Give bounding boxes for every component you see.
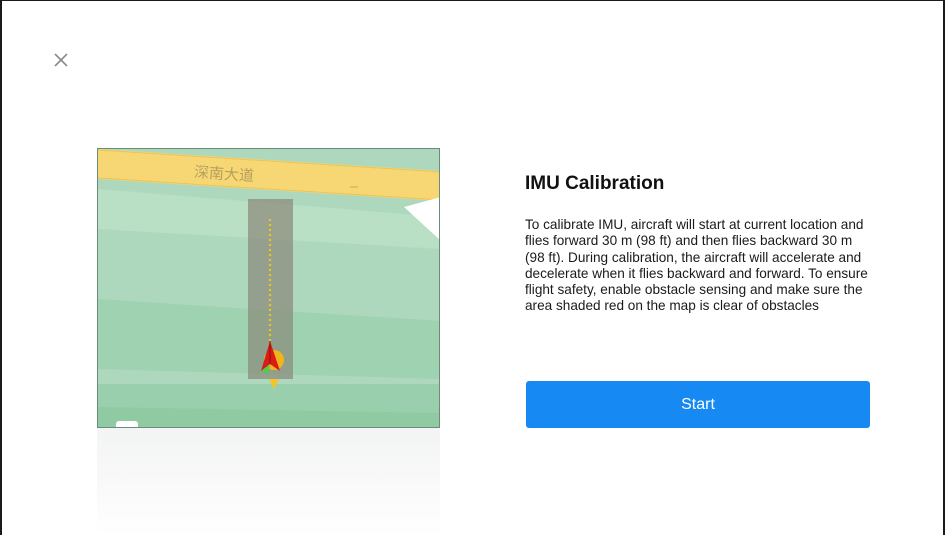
start-button[interactable]: Start <box>526 381 870 428</box>
road-label: 深南大道 <box>193 162 255 186</box>
dialog-title: IMU Calibration <box>525 173 665 194</box>
dialog-frame: 深南大道 IMU Calibration To calibrate IMU, a… <box>0 0 945 536</box>
dialog-description: To calibrate IMU, aircraft will start at… <box>525 217 868 314</box>
calibration-map: 深南大道 <box>97 148 440 428</box>
map-shadow <box>97 428 440 536</box>
close-button[interactable] <box>48 47 74 73</box>
close-icon <box>54 53 68 67</box>
